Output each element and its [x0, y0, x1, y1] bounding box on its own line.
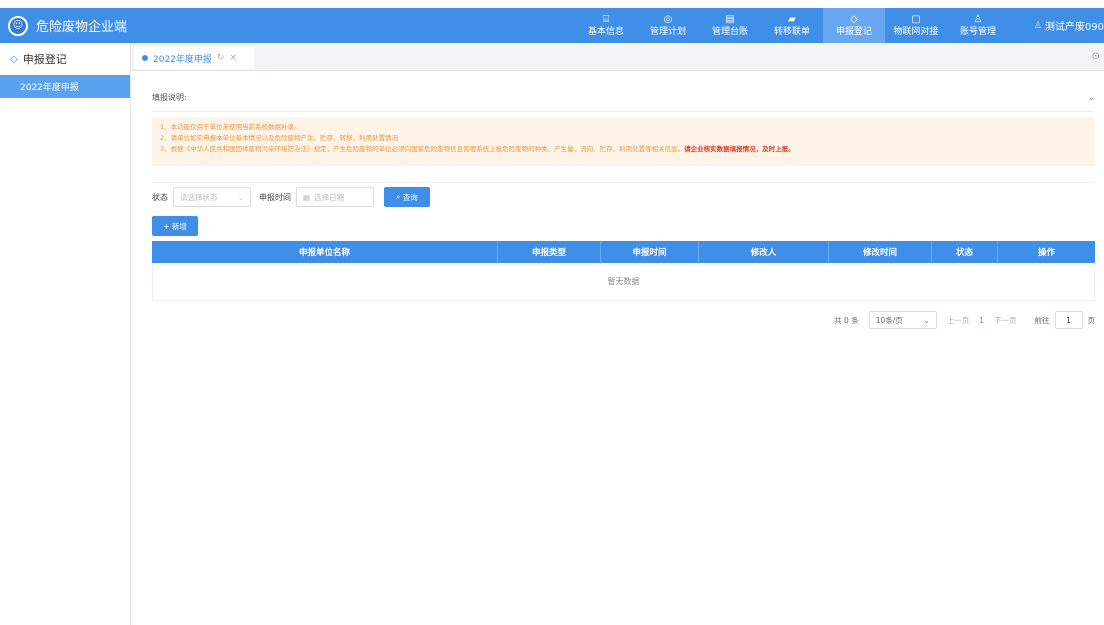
divider [152, 182, 1095, 183]
column-header: 申报时间 [601, 241, 699, 263]
nav-label: 转移联单 [773, 26, 810, 37]
person-icon: ♙ [1033, 20, 1042, 31]
top-header: ☺ 危险废物企业端 ⌸ 基本信息 ◎ 管理计划 ▤ 管理台账 ▰ 转移联单 ◇ … [0, 8, 1104, 43]
filter-bar: 状态 请选择状态 ⌄ 申报时间 ▦ 选择日期 ⌕ 查询 [152, 187, 430, 207]
notice-emphasis: 请企业核实数据填报情况，及时上报。 [684, 145, 795, 153]
emblem-icon: ☺ [8, 15, 28, 36]
date-placeholder: 选择日期 [314, 192, 345, 202]
top-nav: ⌸ 基本信息 ◎ 管理计划 ▤ 管理台账 ▰ 转移联单 ◇ 申报登记 ▢ 物联网… [575, 8, 1009, 43]
date-picker[interactable]: ▦ 选择日期 [296, 187, 374, 207]
form-icon: ⌸ [603, 13, 609, 25]
sidebar-section-title: 申报登记 [22, 53, 67, 66]
nav-label: 申报登记 [835, 26, 872, 37]
prev-page-button[interactable]: 上一页 [947, 315, 970, 326]
active-dot-icon [142, 55, 148, 61]
user-menu[interactable]: ♙ 测试产废090 [1034, 8, 1104, 43]
shield-icon: ◇ [850, 13, 858, 25]
nav-label: 管理台账 [711, 26, 748, 37]
total-count: 共 0 条 [834, 315, 859, 325]
notice-header[interactable]: 填报说明: ⌄ [152, 84, 1095, 112]
table-header: 申报单位名称 申报类型 申报时间 修改人 修改时间 状态 操作 [152, 241, 1095, 263]
more-icon[interactable]: ⊙ [1092, 51, 1100, 62]
nav-ledger[interactable]: ▤ 管理台账 [699, 8, 761, 43]
nav-label: 管理计划 [649, 26, 686, 37]
page-size-value: 10条/页 [875, 315, 903, 325]
goto-page-input[interactable]: 1 [1054, 311, 1083, 329]
chevron-down-icon: ⌄ [237, 192, 244, 202]
tab-label: 2022年度申报 [153, 54, 212, 65]
pagination: 共 0 条 10条/页 ⌄ 上一页 1 下一页 前往 1 页 [834, 310, 1095, 330]
user-icon: ♙ [973, 13, 983, 25]
column-header: 修改时间 [829, 241, 932, 263]
notice-line: 3、根据《中华人民共和国固体废物污染环境防治法》规定，产生危险废物的单位必须向国… [160, 144, 1087, 155]
chat-icon: ▢ [911, 13, 921, 25]
query-button-label: 查询 [402, 192, 418, 202]
refresh-icon[interactable]: ↻ [217, 53, 225, 63]
sidebar-item-2022-declaration[interactable]: 2022年度申报 [0, 75, 130, 98]
app-title: 危险废物企业端 [36, 20, 128, 35]
page-size-select[interactable]: 10条/页 ⌄ [868, 311, 937, 329]
next-page-button[interactable]: 下一页 [994, 315, 1017, 326]
sidebar-section-declaration[interactable]: ◇ 申报登记 [0, 43, 130, 75]
notice-title: 填报说明: [152, 93, 187, 102]
notice-line-text: 3、根据《中华人民共和国固体废物污染环境防治法》规定，产生危险废物的单位必须向国… [160, 145, 685, 153]
column-header: 操作 [1037, 248, 1055, 258]
nav-label: 账号管理 [959, 26, 996, 37]
current-page[interactable]: 1 [979, 316, 984, 325]
nav-basic-info[interactable]: ⌸ 基本信息 [575, 8, 637, 43]
shield-icon: ◇ [10, 53, 18, 65]
target-icon: ◎ [663, 13, 673, 25]
brand[interactable]: ☺ 危险废物企业端 [8, 8, 127, 43]
empty-state: 暂无数据 [152, 263, 1095, 301]
status-label: 状态 [152, 192, 168, 202]
column-header: 状态 [932, 241, 998, 263]
time-label: 申报时间 [259, 192, 291, 202]
chevron-down-icon: ⌄ [923, 315, 930, 325]
nav-management-plan[interactable]: ◎ 管理计划 [637, 8, 699, 43]
user-name: 测试产废090 [1044, 22, 1104, 33]
tab-bar: 2022年度申报 ↻ × ⊙ [131, 43, 1104, 71]
nav-label: 物联网对接 [893, 26, 939, 37]
notice-line: 1、本功能仅用于单位未使用当前系统数据补录。 [160, 123, 301, 131]
declaration-table: 申报单位名称 申报类型 申报时间 修改人 修改时间 状态 操作 暂无数据 [152, 241, 1095, 301]
calendar-icon: ▦ [303, 192, 311, 202]
truck-icon: ▰ [788, 13, 796, 25]
ledger-icon: ▤ [725, 13, 735, 25]
nav-transfer-manifest[interactable]: ▰ 转移联单 [761, 8, 823, 43]
query-button[interactable]: ⌕ 查询 [384, 187, 430, 207]
close-icon[interactable]: × [229, 53, 237, 63]
status-select[interactable]: 请选择状态 ⌄ [173, 187, 251, 207]
column-header: 修改人 [699, 241, 829, 263]
sidebar: ◇ 申报登记 2022年度申报 [0, 43, 131, 625]
page-unit: 页 [1087, 315, 1096, 325]
goto-label: 前往 [1034, 315, 1050, 325]
notice-box: 1、本功能仅用于单位未使用当前系统数据补录。 2、请单位如实申报本单位基本情况以… [152, 117, 1095, 166]
search-icon: ⌕ [396, 192, 403, 201]
nav-label: 基本信息 [587, 26, 624, 37]
nav-declaration[interactable]: ◇ 申报登记 [823, 8, 885, 43]
main-content: 填报说明: ⌄ 1、本功能仅用于单位未使用当前系统数据补录。 2、请单位如实申报… [152, 84, 1095, 329]
nav-account[interactable]: ♙ 账号管理 [947, 8, 1009, 43]
add-button[interactable]: + 新增 [152, 216, 198, 236]
nav-iot[interactable]: ▢ 物联网对接 [885, 8, 947, 43]
column-header: 申报单位名称 [152, 241, 498, 263]
notice-line: 2、请单位如实申报本单位基本情况以及危险废物产生、贮存、转移、利用处置情况 [160, 134, 399, 142]
column-header: 申报类型 [498, 241, 601, 263]
chevron-down-icon[interactable]: ⌄ [1087, 93, 1095, 103]
tab-2022-declaration[interactable]: 2022年度申报 ↻ × [134, 47, 254, 69]
status-placeholder: 请选择状态 [180, 192, 218, 202]
